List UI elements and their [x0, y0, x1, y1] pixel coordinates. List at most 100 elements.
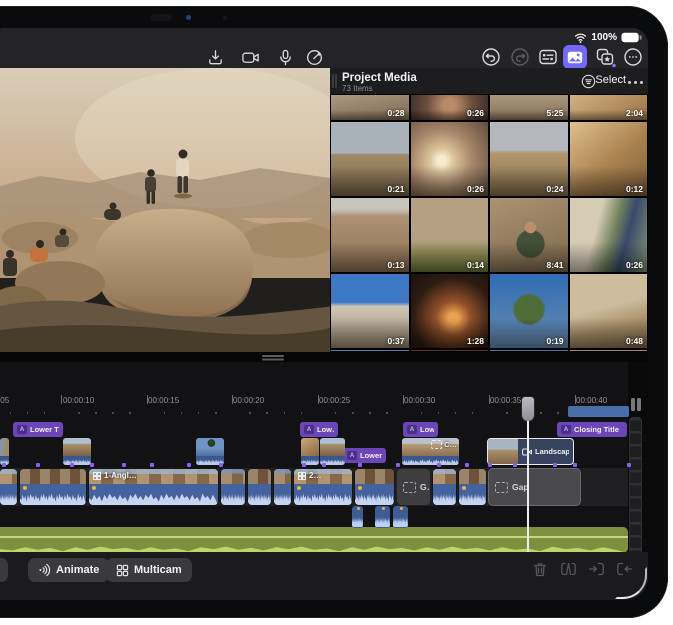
title-a-icon: A: [407, 425, 417, 434]
timeline-clip[interactable]: [433, 469, 456, 505]
timeline-clip[interactable]: [274, 469, 291, 505]
connected-clip[interactable]: [0, 438, 9, 465]
keyframe-dot[interactable]: [23, 486, 27, 490]
title-clip[interactable]: ALow…: [403, 422, 438, 437]
playhead-handle[interactable]: [521, 396, 535, 422]
timeline-lanes[interactable]: 00:00:0500:00:1000:00:1500:00:2000:00:25…: [0, 362, 648, 552]
media-thumbnail[interactable]: 0:19: [490, 274, 568, 348]
divider-handle-icon[interactable]: [262, 355, 284, 357]
cutoff-button[interactable]: [0, 558, 8, 582]
media-select-button[interactable]: Select: [595, 74, 626, 86]
clip-thumbnail: [301, 438, 319, 456]
timeline-clip[interactable]: [459, 469, 486, 505]
keyframe-dot[interactable]: [297, 486, 301, 490]
track-height-handle-icon[interactable]: [631, 398, 635, 411]
split-clip-icon[interactable]: [559, 560, 577, 578]
animate-button[interactable]: Animate: [28, 558, 109, 582]
volume-line[interactable]: [0, 536, 628, 538]
media-thumbnail[interactable]: [331, 350, 409, 351]
media-thumbnail[interactable]: 0:21: [331, 122, 409, 196]
keyframe-dot[interactable]: [358, 486, 362, 490]
gap-clip[interactable]: Gap: [489, 469, 580, 505]
connected-clip[interactable]: C…: [402, 438, 459, 465]
connected-clip[interactable]: [301, 438, 319, 465]
audio-clip[interactable]: [352, 506, 363, 528]
gap-clip[interactable]: G…: [397, 469, 430, 505]
connected-clip[interactable]: [63, 438, 91, 465]
delete-icon[interactable]: [531, 560, 549, 578]
title-clip[interactable]: ALower T…: [13, 422, 63, 437]
timeline-clip[interactable]: [355, 469, 394, 505]
connect-point-marker: [150, 463, 154, 467]
gap-icon: [495, 482, 508, 493]
timeline-clip[interactable]: 2…: [294, 469, 352, 505]
clip-label: Low…: [317, 425, 334, 434]
undo-button[interactable]: [480, 46, 502, 68]
front-camera-pill: [150, 14, 172, 21]
media-thumbnail[interactable]: [490, 350, 568, 351]
media-filter-button[interactable]: [581, 74, 596, 94]
ipad-device-frame: 100%: [0, 6, 668, 618]
inspector-button[interactable]: [537, 46, 559, 68]
media-thumbnail[interactable]: 0:26: [570, 198, 648, 272]
microphone-button[interactable]: [274, 46, 296, 68]
timeline-clip[interactable]: [221, 469, 245, 505]
audio-clip[interactable]: [375, 506, 390, 528]
media-thumbnail[interactable]: [411, 350, 489, 351]
more-button[interactable]: [622, 46, 644, 68]
clip-duration: 8:41: [546, 260, 563, 270]
music-clip[interactable]: [0, 527, 628, 552]
clip-waveform: [20, 484, 86, 505]
keyframe-dot[interactable]: [92, 486, 96, 490]
connected-clip[interactable]: [196, 438, 224, 465]
viewer[interactable]: 00:00:37:14 41 %: [0, 68, 330, 352]
media-thumbnail[interactable]: 0:26: [411, 95, 489, 120]
media-thumbnail[interactable]: 0:12: [570, 122, 648, 196]
timeline-clip[interactable]: [20, 469, 86, 505]
title-clip[interactable]: ALow…: [300, 422, 338, 437]
pencil-tools-button[interactable]: [303, 46, 325, 68]
timeline-clip[interactable]: 1-Angl…: [89, 469, 218, 505]
media-thumbnail[interactable]: 0:37: [331, 274, 409, 348]
media-thumbnail[interactable]: 0:24: [490, 122, 568, 196]
connect-point-marker: [90, 463, 94, 467]
keyframe-dot[interactable]: [462, 486, 466, 490]
ruler-minor-tick: [557, 412, 559, 414]
connected-clip[interactable]: [320, 438, 345, 465]
timeline-clip[interactable]: [0, 469, 17, 505]
media-thumbnail[interactable]: 0:14: [411, 198, 489, 272]
clip-duration: 0:12: [626, 184, 643, 194]
media-browser-button[interactable]: [563, 45, 587, 69]
multicam-button[interactable]: Multicam: [106, 558, 192, 582]
effects-button[interactable]: [594, 46, 616, 68]
connected-clip[interactable]: Landscap…: [487, 438, 574, 465]
multicam-label: Multicam: [134, 564, 182, 576]
record-button[interactable]: [240, 46, 262, 68]
timeline-scrollbar[interactable]: [629, 417, 642, 552]
media-thumbnail[interactable]: [570, 350, 648, 351]
clip-duration: 0:19: [546, 336, 563, 346]
title-clip[interactable]: AClosing Title: [557, 422, 627, 437]
redo-button[interactable]: [509, 46, 531, 68]
timeline-clip[interactable]: [248, 469, 271, 505]
media-more-icon[interactable]: [628, 80, 644, 84]
title-a-icon: A: [561, 425, 571, 434]
panel-divider[interactable]: [0, 352, 648, 362]
media-thumbnail[interactable]: 0:26: [411, 122, 489, 196]
media-thumbnail[interactable]: 0:48: [570, 274, 648, 348]
media-thumbnail[interactable]: 5:25: [490, 95, 568, 120]
media-thumbnail[interactable]: 2:04: [570, 95, 648, 120]
media-thumbnail[interactable]: 0:28: [331, 95, 409, 120]
media-thumbnail[interactable]: 8:41: [490, 198, 568, 272]
connected-clip-bar[interactable]: [568, 406, 629, 417]
title-clip[interactable]: ALower…: [343, 448, 386, 463]
media-thumbnail[interactable]: 0:13: [331, 198, 409, 272]
audio-clip[interactable]: [393, 506, 408, 528]
overwrite-clip-icon[interactable]: [615, 560, 633, 578]
panel-grip[interactable]: [332, 74, 334, 88]
clip-label: Landscap…: [535, 447, 569, 456]
import-button[interactable]: [204, 46, 226, 68]
media-thumbnail[interactable]: 1:28: [411, 274, 489, 348]
insert-clip-icon[interactable]: [587, 560, 605, 578]
clip-label: Closing Title: [574, 425, 619, 434]
